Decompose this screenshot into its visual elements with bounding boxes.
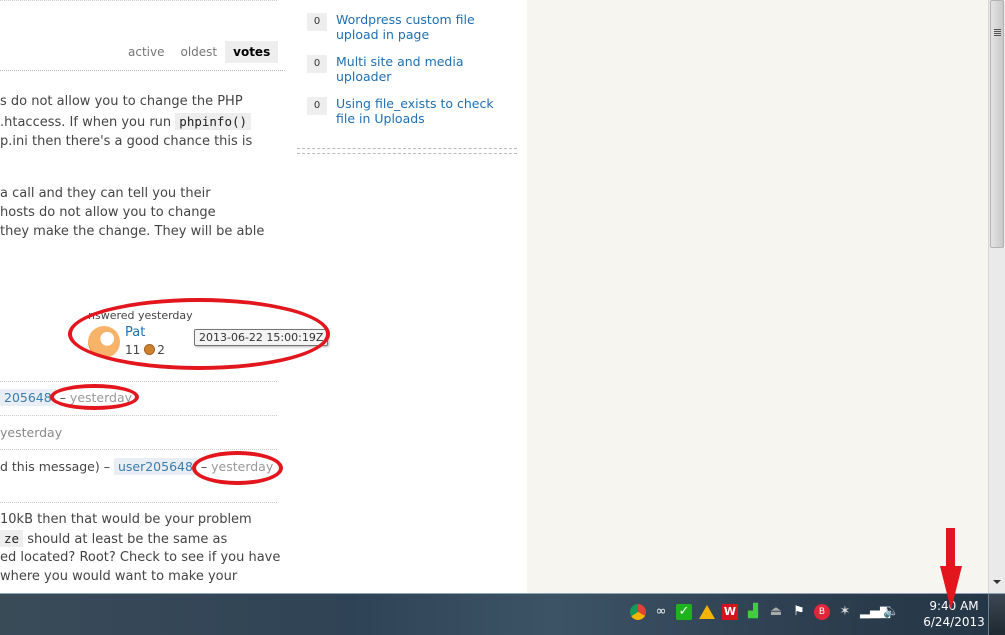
signal-bars-icon[interactable]: ▟ [745,604,761,620]
volume-icon[interactable]: 🔈 [883,604,899,620]
grip-icon [994,29,1001,30]
text: .htaccess. If when you run [0,115,176,130]
answer-text-line: s do not allow you to change the PHP [0,92,243,112]
creative-cloud-icon[interactable]: ∞ [653,604,669,620]
chrome-icon[interactable] [630,604,646,620]
divider [0,0,277,1]
inline-code: phpinfo() [175,113,252,130]
text: p.ini then there's a good chance this is [0,134,253,149]
network-tool-icon[interactable]: ✶ [837,604,853,620]
answer-text-line: .htaccess. If when you run phpinfo() [0,112,252,133]
divider [0,70,285,71]
answer-text-line: where you would want to make your [0,569,238,584]
vote-count: 0 [307,55,327,73]
annotation-ellipse [50,384,139,410]
annotation-ellipse [68,298,330,370]
annotation-arrow-head [940,566,962,610]
answer-sort-tabs: active oldest votes [120,41,279,63]
answer-text-line: a call and they can tell you their [0,186,211,201]
related-questions: 0 Wordpress custom file upload in page 0… [307,12,507,138]
related-question-link[interactable]: Using file_exists to check file in Uploa… [336,96,507,126]
action-center-flag-icon[interactable]: ⚑ [791,604,807,620]
vote-count: 0 [307,13,327,31]
inline-code: ze [0,530,24,547]
divider [0,381,277,382]
answer-text-line: they make the change. They will be able [0,224,265,239]
system-tray: ∞ ✓ W ▟ ⏏ ⚑ B ✶ ▂▄▆ 🔈 [630,604,899,620]
answer-text-line: hosts do not allow you to change [0,205,216,220]
media-icon[interactable]: B [814,604,830,620]
divider [297,148,517,154]
comment-text: d this message) – [0,459,114,474]
answer-text-line: ed located? Root? Check to see if you ha… [0,550,281,565]
related-question: 0 Using file_exists to check file in Upl… [307,96,507,126]
vertical-scrollbar[interactable] [988,0,1005,593]
windows-taskbar: ∞ ✓ W ▟ ⏏ ⚑ B ✶ ▂▄▆ 🔈 9:40 AM 6/24/2013 [0,593,1005,635]
answer-text-line: 10kB then that would be your problem [0,512,252,527]
divider [0,415,277,416]
network-icon[interactable]: ▂▄▆ [860,604,890,620]
scroll-down-arrow-icon[interactable] [993,580,1001,584]
scrollbar-thumb[interactable] [990,0,1004,248]
tab-active[interactable]: active [120,41,172,63]
related-question: 0 Multi site and media uploader [307,54,507,84]
google-drive-icon[interactable] [699,605,715,619]
tab-oldest[interactable]: oldest [172,41,225,63]
page-background [527,0,988,593]
answer-text-line: p.ini then there's a good chance this is [0,132,252,152]
app-w-icon[interactable]: W [722,604,738,620]
related-question-link[interactable]: Wordpress custom file upload in page [336,12,507,42]
comment: yesterday [0,425,62,440]
usb-eject-icon[interactable]: ⏏ [768,604,784,620]
text: s do not allow you to change the PHP [0,94,243,109]
annotation-ellipse [192,451,283,485]
vote-count: 0 [307,97,327,115]
related-question-link[interactable]: Multi site and media uploader [336,54,507,84]
comment-user-link[interactable]: 205648 [0,389,56,406]
show-desktop-button[interactable] [988,594,1005,635]
answer-text-line: ze should at least be the same as [0,529,227,550]
divider [0,449,277,450]
tab-votes[interactable]: votes [225,41,279,63]
divider [0,502,277,503]
sync-icon[interactable]: ✓ [676,604,692,620]
clock-date: 6/24/2013 [923,615,985,629]
annotation-arrow [946,528,955,568]
comment-date[interactable]: yesterday [0,425,62,440]
comment-user-link[interactable]: user205648 [113,458,197,475]
page-content: active oldest votes s do not allow you t… [0,0,527,593]
related-question: 0 Wordpress custom file upload in page [307,12,507,42]
text: should at least be the same as [23,532,228,547]
